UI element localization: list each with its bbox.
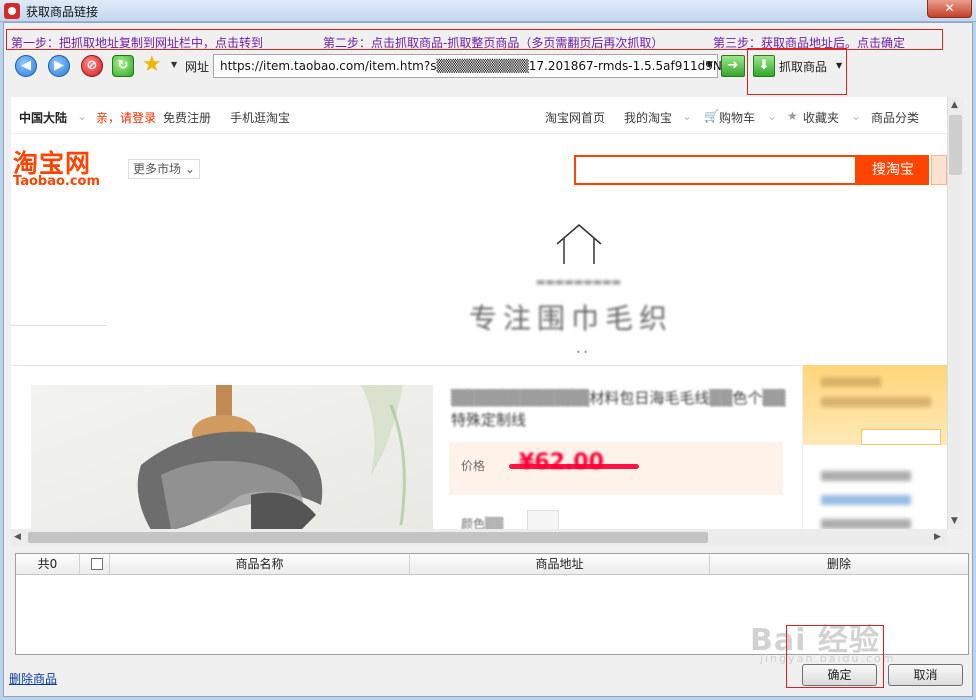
grab-goods-button[interactable]: 抓取商品 (779, 58, 827, 75)
scarf-mannequin-image (137, 385, 406, 529)
instruction-banner: 第一步：把抓取地址复制到网址栏中，点击转到 第二步：点击抓取商品-抓取整页商品（… (6, 29, 943, 50)
chevron-down-icon: ⌄ (682, 109, 693, 123)
shop-card-button[interactable] (861, 429, 941, 445)
scroll-right-icon[interactable]: ▶ (934, 532, 941, 542)
address-dropdown-icon[interactable]: ▼ (706, 60, 713, 70)
more-market-label: 更多市场 (133, 162, 182, 176)
login-link[interactable]: 亲，请登录 (96, 109, 156, 126)
refresh-icon[interactable]: ↻ (112, 55, 134, 77)
nav-favorites[interactable]: 收藏夹 (803, 109, 839, 126)
cancel-button[interactable]: 取消 (888, 664, 963, 686)
grab-dropdown-icon[interactable]: ▼ (836, 61, 842, 70)
star-icon: ★ (787, 109, 798, 123)
color-option[interactable] (527, 510, 559, 529)
horizontal-scroll-thumb[interactable] (28, 532, 708, 543)
price-value: ¥62.00 (519, 450, 604, 475)
table-header: 共0 商品名称 商品地址 删除 (16, 554, 968, 575)
blurred-text (821, 471, 911, 481)
search-side-tab[interactable] (931, 155, 947, 185)
title-bar (0, 0, 976, 22)
carousel-dots[interactable]: • • (576, 348, 588, 357)
shop-subtitle-blurred: ▬▬▬▬▬▬▬▬▬ (536, 277, 622, 288)
nav-categories[interactable]: 商品分类 (871, 109, 919, 126)
blurred-text (821, 397, 931, 407)
chevron-down-icon: ⌄ (767, 109, 778, 123)
chevron-down-icon: ⌄ (851, 109, 862, 123)
select-all-checkbox[interactable] (91, 558, 103, 570)
go-arrow-icon[interactable]: ➜ (721, 55, 745, 77)
nav-my-taobao[interactable]: 我的淘宝 (624, 109, 672, 126)
scroll-down-icon[interactable]: ▼ (951, 516, 958, 526)
price-panel: 价格 ¥62.00 (449, 442, 783, 495)
step1-text: 第一步：把抓取地址复制到网址栏中，点击转到 (11, 36, 264, 50)
mobile-link[interactable]: 手机逛淘宝 (230, 109, 290, 126)
more-market-button[interactable]: 更多市场 ⌄ (128, 159, 200, 179)
search-input[interactable] (574, 155, 857, 185)
blurred-text (821, 519, 911, 529)
address-value: https://item.taobao.com/item.htm?s▒▒▒▒▒▒… (220, 59, 730, 73)
price-label: 价格 (461, 459, 486, 473)
product-image[interactable] (31, 385, 433, 529)
count-header: 共0 (16, 554, 80, 575)
region-link[interactable]: 中国大陆 (19, 109, 67, 126)
ok-button[interactable]: 确定 (802, 664, 877, 686)
browser-viewport[interactable]: 中国大陆 ⌄ 亲，请登录 免费注册 手机逛淘宝 淘宝网首页 我的淘宝 ⌄ 🛒 购… (11, 97, 947, 529)
address-label: 网址 (185, 60, 210, 74)
scroll-up-icon[interactable]: ▲ (951, 100, 958, 110)
product-name: ▒▒▒▒▒▒▒▒▒▒▒▒材料包日海毛毛线▒▒色个▒▒特殊定制线 (451, 389, 786, 429)
back-icon[interactable]: ◀ (15, 55, 37, 77)
vertical-scroll-thumb[interactable] (949, 115, 962, 175)
address-input[interactable]: https://item.taobao.com/item.htm?s▒▒▒▒▒▒… (213, 54, 729, 78)
download-icon[interactable]: ⬇ (753, 55, 775, 77)
shop-info-card (802, 365, 947, 529)
delete-goods-link[interactable]: 删除商品 (9, 670, 57, 687)
nav-home[interactable]: 淘宝网首页 (545, 109, 605, 126)
taobao-logo-en: Taobao.com (13, 174, 101, 189)
forward-icon[interactable]: ▶ (48, 55, 70, 77)
cart-icon: 🛒 (704, 109, 719, 123)
window-title: 获取商品链接 (26, 5, 99, 19)
price-redaction-strike (509, 464, 639, 469)
divider (11, 325, 107, 326)
nav-cart[interactable]: 购物车 (719, 109, 755, 126)
color-label: 颜色▒▒ (461, 517, 504, 529)
favorite-dropdown-icon[interactable]: ▼ (171, 60, 177, 69)
column-header-delete[interactable]: 删除 (710, 554, 968, 575)
blurred-text (821, 377, 881, 387)
close-button[interactable]: ✕ (927, 0, 972, 18)
column-header-name[interactable]: 商品名称 (110, 554, 410, 575)
search-button[interactable]: 搜淘宝 (857, 155, 929, 185)
shop-title: 专注围巾毛织 (469, 302, 674, 335)
region-chevron-icon: ⌄ (77, 109, 88, 123)
house-logo-icon (556, 224, 602, 264)
blurred-text (821, 495, 911, 505)
app-icon (4, 3, 20, 19)
scroll-left-icon[interactable]: ◀ (14, 532, 21, 542)
stop-icon[interactable]: ⊘ (81, 55, 103, 77)
register-link[interactable]: 免费注册 (163, 109, 211, 126)
favorite-star-icon[interactable]: ★ (142, 53, 162, 77)
step2-text: 第二步：点击抓取商品-抓取整页商品（多页需翻页后再次抓取） (323, 36, 664, 50)
column-header-url[interactable]: 商品地址 (410, 554, 710, 575)
